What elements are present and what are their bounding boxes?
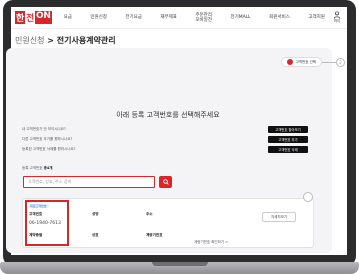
search-input[interactable]: 고객번호, 상호, 주소 검색 (23, 176, 155, 188)
step-2: 2 (336, 57, 345, 67)
breadcrumb-separator: > (44, 36, 57, 45)
find-customer-button[interactable]: 고객번호 찾아보기 (268, 126, 308, 133)
breadcrumb-current: 전기사용계약관리 (56, 36, 116, 45)
logo-char-3: ON (34, 11, 52, 24)
nav-item-rates[interactable]: 요금 (64, 15, 72, 20)
nav-item-finance[interactable]: 재무제표 (160, 15, 177, 20)
customer-number-value: 06-1940-7613 (29, 221, 61, 226)
logo-char-1: 한 (15, 11, 25, 24)
nav-item-support[interactable]: 고객지원 (308, 15, 325, 20)
add-customer-button[interactable]: 고객번호 추가 (268, 136, 308, 143)
nav-item-mall[interactable]: 전기MALL (230, 15, 250, 20)
search-icon (162, 179, 169, 185)
my-menu[interactable]: 마이 (331, 11, 343, 24)
laptop-notch (152, 262, 208, 266)
top-nav: 한 전 ON 요금 민원신청 전기요금 재무제표 주문관리 모바일전 전기MAL… (11, 7, 347, 29)
contract-type-label: 계약종별 (29, 233, 43, 237)
site-logo[interactable]: 한 전 ON (15, 11, 52, 24)
logo-char-2: 전 (24, 11, 35, 24)
delete-customer-button[interactable]: 고객번호 삭제 (268, 146, 308, 153)
my-menu-label: 마이 (333, 19, 341, 23)
search-button[interactable] (159, 176, 172, 188)
address-label: 주소 (146, 212, 153, 216)
meter-label: 계량기번호 (146, 233, 163, 237)
nav-item-orders[interactable]: 주문관리 모바일전 (195, 13, 212, 23)
customer-number-label: 고객번호 (29, 212, 43, 216)
question-missing: 내 고객번호가 안 보이시나요? (22, 127, 66, 131)
search-label: 등록 고객번호 총4개 (22, 166, 52, 171)
card-select-radio[interactable] (303, 192, 313, 202)
progress-stepper: 고객번호 선택 2 (280, 57, 345, 67)
headline: 아래 등록 고객번호를 선택해주세요 (116, 111, 220, 119)
step-connector (322, 61, 336, 63)
name-label: 성명 (92, 212, 99, 216)
step-1-label: 고객번호 선택 (295, 59, 316, 64)
nav-menu: 요금 민원신청 전기요금 재무제표 주문관리 모바일전 전기MALL 회원서비스… (64, 13, 331, 23)
view-details-button[interactable]: 자세히보기 (262, 212, 296, 222)
step-1: 고객번호 선택 (280, 57, 322, 67)
page-title: 민원신청 > 전기사용계약관리 (15, 35, 116, 46)
business-label: 상호 (92, 233, 99, 237)
breadcrumb-parent[interactable]: 민원신청 (15, 36, 44, 45)
search-label-prefix: 등록 고객번호 (22, 166, 43, 170)
nav-item-civil[interactable]: 민원신청 (90, 15, 107, 20)
step-1-dot (286, 59, 293, 65)
nav-item-bill[interactable]: 전기요금 (125, 15, 142, 20)
user-icon (333, 11, 341, 19)
question-add: 다른 고객번호 추가를 원하시나요? (22, 137, 73, 141)
search-label-count: 총4개 (43, 166, 53, 170)
nav-item-member[interactable]: 회원서비스 (269, 15, 290, 20)
question-delete: 등록된 고객번호 삭제를 원하시나요? (22, 147, 76, 151)
meter-check-link[interactable]: 계량기번호 확인하기 > (194, 240, 228, 245)
primary-badge: 대표고객번호 (28, 204, 49, 208)
